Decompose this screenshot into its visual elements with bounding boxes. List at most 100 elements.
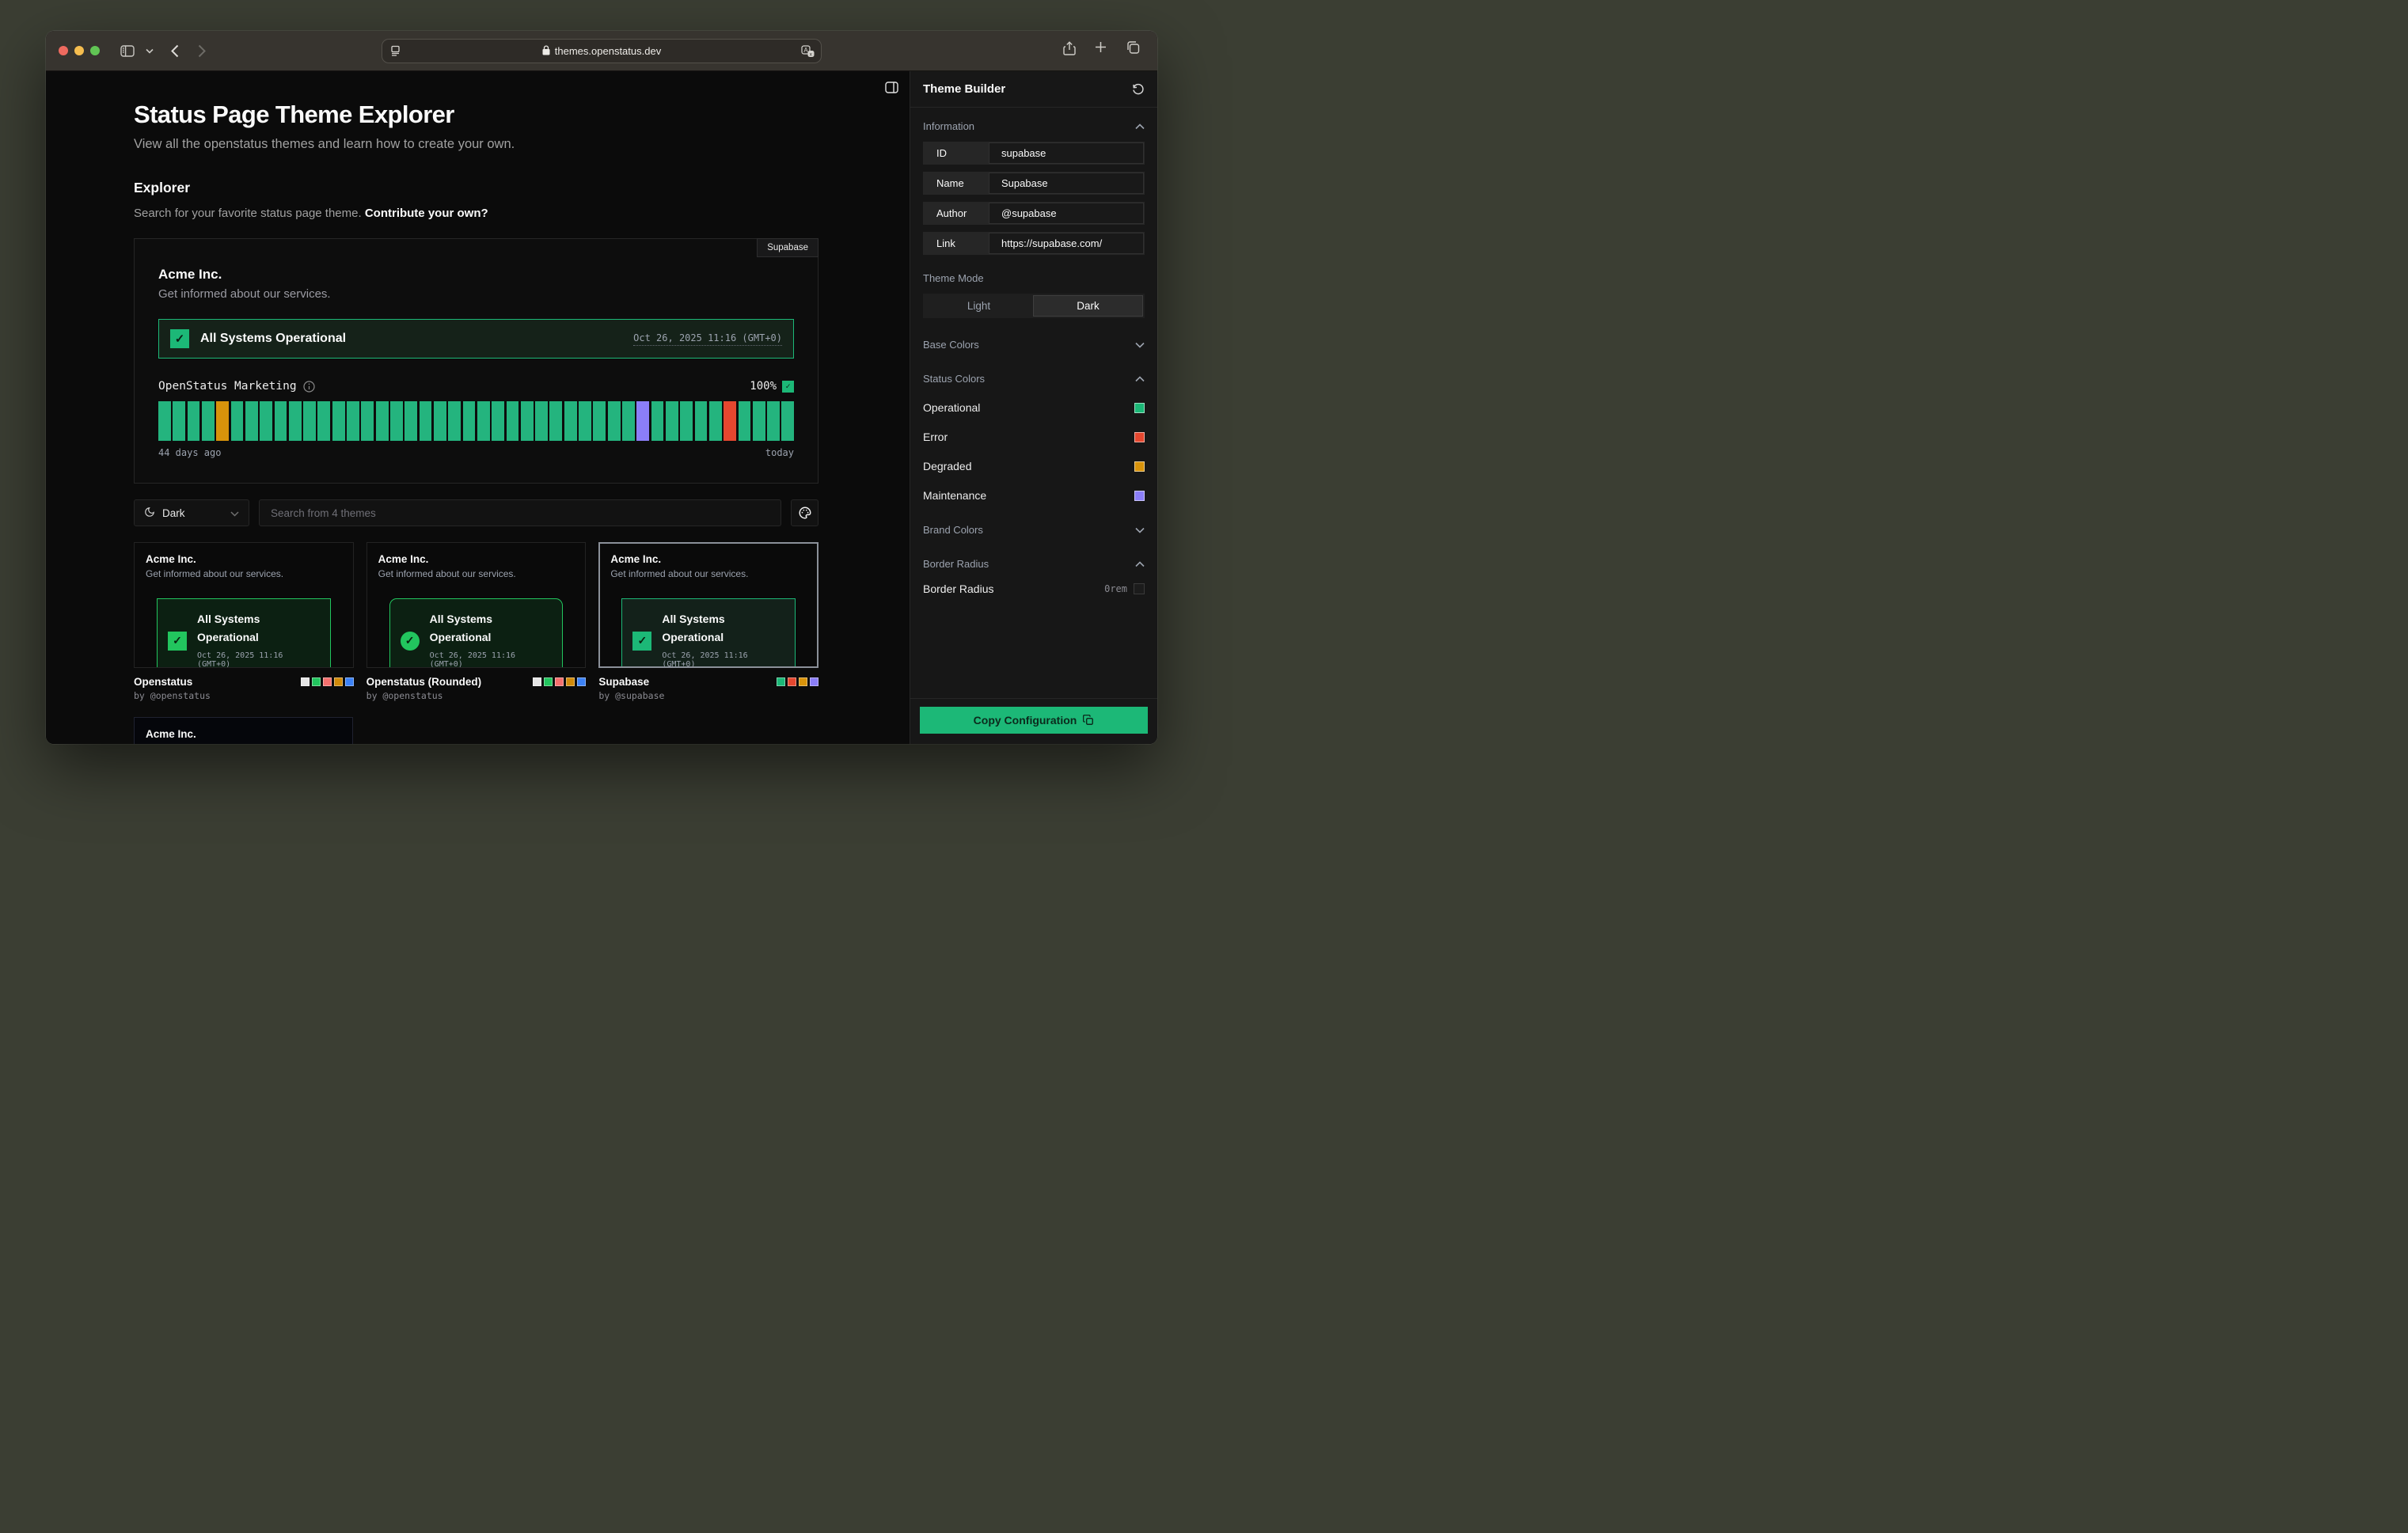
uptime-bar-operational[interactable] [275,401,287,441]
id-field[interactable]: supabase [989,142,1144,164]
uptime-bar-operational[interactable] [245,401,258,441]
uptime-bar-operational[interactable] [695,401,708,441]
uptime-bar-operational[interactable] [260,401,272,441]
uptime-bar-error[interactable] [724,401,736,441]
uptime-bar-operational[interactable] [303,401,316,441]
theme-swatches [301,677,354,686]
uptime-bar-operational[interactable] [448,401,461,441]
section-label: Status Colors [923,373,985,385]
uptime-bar-operational[interactable] [593,401,606,441]
uptime-bar-operational[interactable] [767,401,780,441]
chevron-down-icon[interactable] [146,48,154,54]
degraded-color-picker[interactable] [1134,461,1145,472]
minimize-window-button[interactable] [74,46,84,55]
tab-overview-icon[interactable] [1126,41,1140,60]
theme-name: Openstatus [134,676,192,688]
browser-window: themes.openstatus.dev A x [46,31,1157,744]
status-timestamp[interactable]: Oct 26, 2025 11:16 (GMT+0) [633,332,782,346]
section-information[interactable]: Information [923,120,1145,132]
border-radius-picker[interactable] [1134,583,1145,594]
uptime-bar-operational[interactable] [390,401,403,441]
uptime-bar-operational[interactable] [434,401,446,441]
field-label: Link [924,233,989,254]
forward-icon[interactable] [198,44,206,58]
theme-card-openstatus[interactable]: Acme Inc. Get informed about our service… [134,542,354,668]
uptime-bar-operational[interactable] [376,401,389,441]
uptime-bar-operational[interactable] [361,401,374,441]
section-border-radius[interactable]: Border Radius [923,558,1145,570]
uptime-bar-operational[interactable] [521,401,534,441]
uptime-bar-operational[interactable] [404,401,417,441]
color-label: Degraded [923,460,972,472]
maintenance-color-picker[interactable] [1134,491,1145,501]
contribute-link[interactable]: Contribute your own? [365,207,488,220]
name-field[interactable]: Supabase [989,173,1144,194]
uptime-bar-operational[interactable] [651,401,664,441]
uptime-bar-operational[interactable] [231,401,244,441]
uptime-value: 100% [750,380,777,393]
uptime-bar-operational[interactable] [173,401,185,441]
uptime-bar-operational[interactable] [332,401,345,441]
uptime-bar-operational[interactable] [317,401,330,441]
translate-icon[interactable]: A x [801,45,815,58]
section-base-colors[interactable]: Base Colors [923,339,1145,351]
uptime-bar-operational[interactable] [188,401,200,441]
uptime-bar-degraded[interactable] [216,401,229,441]
uptime-bar-operational[interactable] [158,401,171,441]
address-bar[interactable]: themes.openstatus.dev A x [382,39,822,63]
mini-company-sub: Get informed about our services. [146,743,341,744]
operational-color-picker[interactable] [1134,403,1145,413]
mini-company: Acme Inc. [146,553,342,565]
close-window-button[interactable] [59,46,68,55]
theme-card-supabase[interactable]: Acme Inc. Get informed about our service… [598,542,818,668]
uptime-bar-operational[interactable] [564,401,577,441]
uptime-bar-operational[interactable] [347,401,359,441]
panel-collapse-icon[interactable] [885,82,898,97]
theme-card-openstatus-rounded[interactable]: Acme Inc. Get informed about our service… [367,542,587,668]
reset-icon[interactable] [1132,83,1145,96]
uptime-bar-operational[interactable] [202,401,215,441]
uptime-bar-operational[interactable] [680,401,693,441]
theme-name: Supabase [598,676,649,688]
palette-button[interactable] [791,499,818,526]
tracker-end-label: today [765,447,794,458]
uptime-bar-operational[interactable] [579,401,591,441]
uptime-bar-maintenance[interactable] [636,401,649,441]
uptime-bar-operational[interactable] [739,401,751,441]
uptime-bar-operational[interactable] [753,401,765,441]
search-input[interactable] [259,499,781,526]
dark-mode-option[interactable]: Dark [1033,295,1143,317]
section-status-colors[interactable]: Status Colors [923,373,1145,385]
uptime-bar-operational[interactable] [420,401,432,441]
uptime-bar-operational[interactable] [492,401,504,441]
theme-card-partial[interactable]: Acme Inc. Get informed about our service… [134,717,353,744]
new-tab-icon[interactable] [1095,41,1107,60]
zoom-window-button[interactable] [90,46,100,55]
uptime-bar-operational[interactable] [781,401,794,441]
uptime-bar-operational[interactable] [666,401,678,441]
uptime-bar-operational[interactable] [477,401,490,441]
info-icon[interactable] [303,381,315,393]
link-field[interactable]: https://supabase.com/ [989,233,1144,254]
uptime-bar-operational[interactable] [507,401,519,441]
back-icon[interactable] [171,44,179,58]
sidebar-toggle-icon[interactable] [120,45,135,57]
author-field[interactable]: @supabase [989,203,1144,224]
light-mode-option[interactable]: Light [925,295,1033,317]
uptime-bar-operational[interactable] [463,401,476,441]
uptime-bar-operational[interactable] [549,401,562,441]
uptime-bar-operational[interactable] [709,401,722,441]
theme-mode-dropdown[interactable]: Dark [134,499,249,526]
reader-icon[interactable] [389,45,401,57]
section-brand-colors[interactable]: Brand Colors [923,524,1145,536]
theme-builder-panel: Theme Builder Information ID supabase [910,71,1157,744]
uptime-bar-operational[interactable] [535,401,548,441]
info-row-id: ID supabase [923,142,1145,165]
uptime-bar-operational[interactable] [608,401,621,441]
info-row-link: Link https://supabase.com/ [923,232,1145,255]
copy-configuration-button[interactable]: Copy Configuration [920,707,1148,734]
uptime-bar-operational[interactable] [622,401,635,441]
share-icon[interactable] [1063,41,1076,60]
uptime-bar-operational[interactable] [289,401,302,441]
error-color-picker[interactable] [1134,432,1145,442]
